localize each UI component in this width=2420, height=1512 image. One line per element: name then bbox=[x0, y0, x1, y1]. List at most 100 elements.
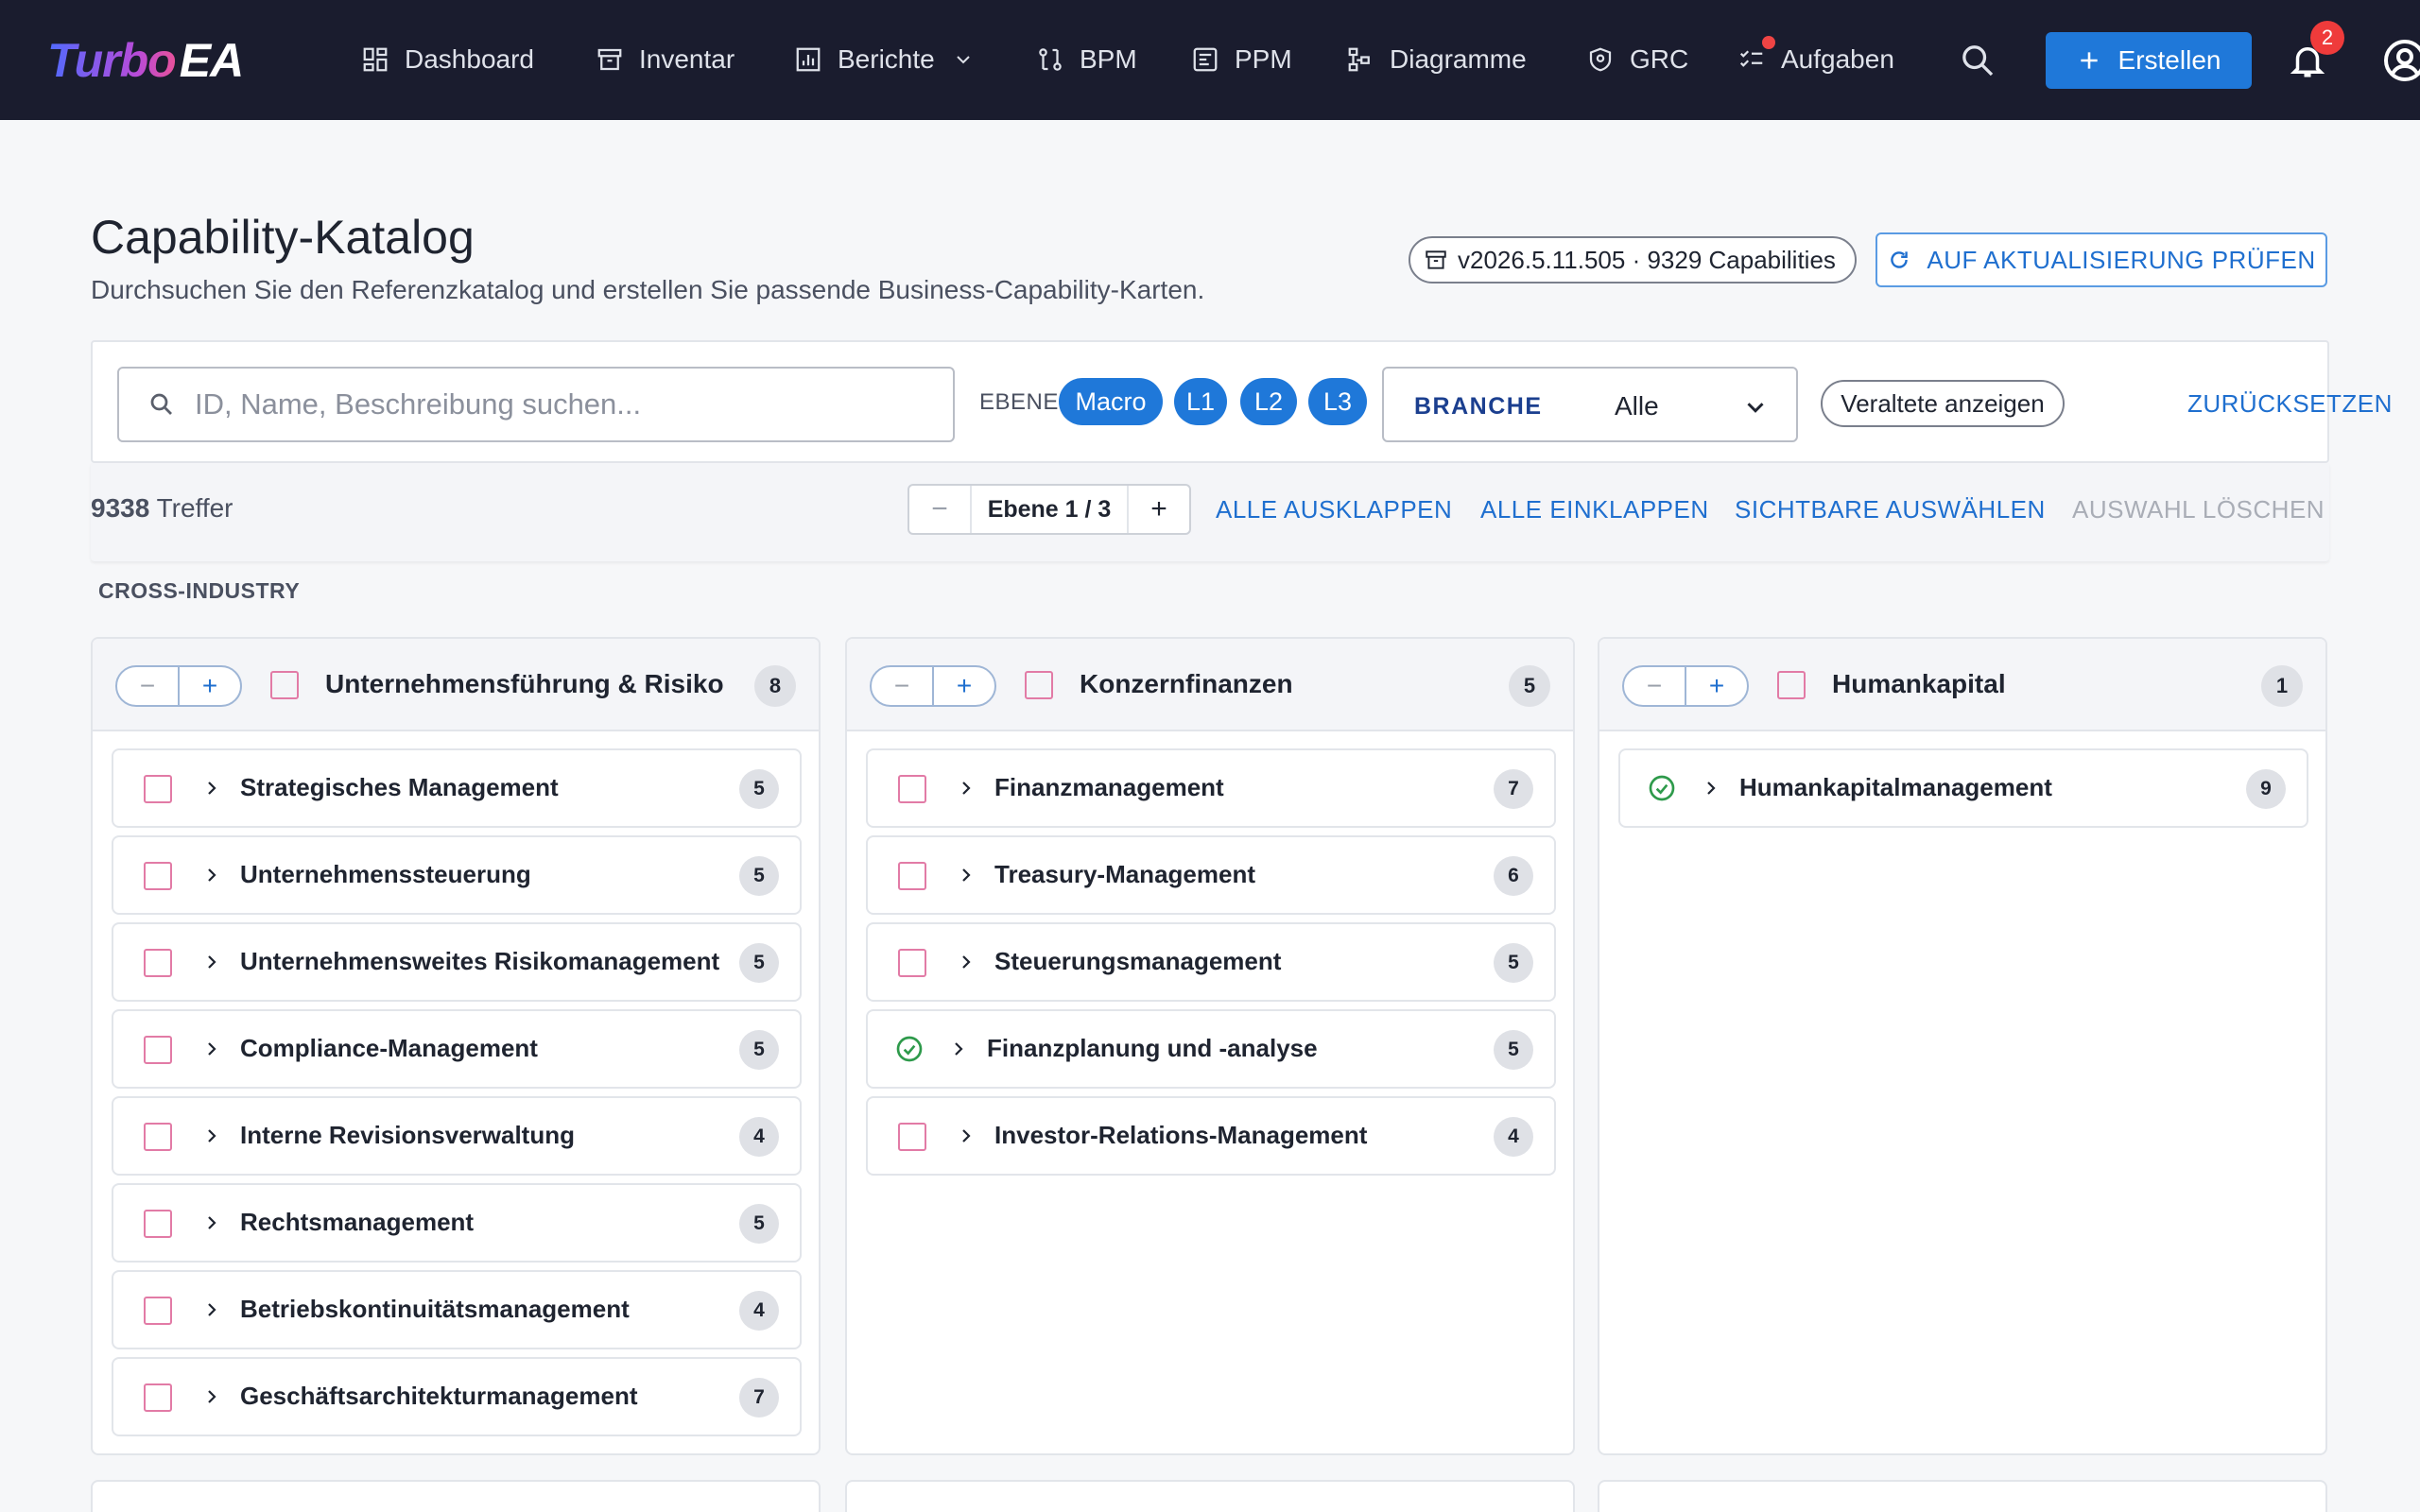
chevron-right-icon[interactable] bbox=[947, 1038, 970, 1060]
capability-item[interactable]: Finanzmanagement 7 bbox=[866, 748, 1556, 828]
create-button[interactable]: Erstellen bbox=[2046, 32, 2252, 89]
capability-item[interactable]: Finanzplanung und -analyse 5 bbox=[866, 1009, 1556, 1089]
level-decrease-button[interactable]: − bbox=[909, 486, 972, 533]
capability-column-next-1 bbox=[91, 1480, 821, 1512]
capability-item[interactable]: Steuerungsmanagement 5 bbox=[866, 922, 1556, 1002]
capability-item[interactable]: Investor-Relations-Management 4 bbox=[866, 1096, 1556, 1176]
capability-checkbox[interactable] bbox=[144, 1383, 172, 1412]
capability-item[interactable]: Interne Revisionsverwaltung 4 bbox=[112, 1096, 802, 1176]
capability-checkbox[interactable] bbox=[144, 775, 172, 803]
nav-aufgaben-label: Aufgaben bbox=[1781, 44, 1894, 74]
nav-diagramme-label: Diagramme bbox=[1390, 44, 1527, 74]
search-input[interactable] bbox=[195, 387, 913, 421]
capability-checkbox[interactable] bbox=[898, 1123, 926, 1151]
chevron-right-icon[interactable] bbox=[200, 1298, 223, 1321]
collapse-level-button[interactable]: − bbox=[872, 667, 934, 705]
chevron-right-icon[interactable] bbox=[200, 1038, 223, 1060]
branche-select[interactable]: BRANCHE Alle bbox=[1382, 367, 1798, 442]
chevron-right-icon[interactable] bbox=[200, 951, 223, 973]
level-indicator: Ebene 1 / 3 bbox=[987, 495, 1112, 523]
chevron-right-icon[interactable] bbox=[955, 864, 977, 886]
capability-count-badge: 5 bbox=[739, 1030, 779, 1070]
capability-checkbox[interactable] bbox=[898, 949, 926, 977]
select-visible-button[interactable]: SICHTBARE AUSWÄHLEN bbox=[1735, 495, 2046, 524]
capability-count-badge: 5 bbox=[739, 943, 779, 983]
column-title: Konzernfinanzen bbox=[1080, 669, 1293, 698]
capability-item[interactable]: Geschäftsarchitekturmanagement 7 bbox=[112, 1357, 802, 1436]
section-heading: CROSS-INDUSTRY bbox=[98, 578, 301, 603]
capability-checkbox[interactable] bbox=[144, 949, 172, 977]
reset-filters-button[interactable]: ZURÜCKSETZEN bbox=[2187, 389, 2393, 419]
expand-collapse-stepper: − + bbox=[870, 665, 996, 707]
nav-inventar[interactable]: Inventar bbox=[596, 38, 735, 81]
check-update-button[interactable]: AUF AKTUALISIERUNG PRÜFEN bbox=[1876, 232, 2327, 287]
chevron-right-icon[interactable] bbox=[200, 777, 223, 799]
nav-ppm[interactable]: PPM bbox=[1191, 38, 1292, 81]
capability-item[interactable]: Rechtsmanagement 5 bbox=[112, 1183, 802, 1263]
capability-item[interactable]: Compliance-Management 5 bbox=[112, 1009, 802, 1089]
capability-column-next-2 bbox=[845, 1480, 1575, 1512]
level-chip-macro[interactable]: Macro bbox=[1059, 378, 1163, 425]
chevron-right-icon[interactable] bbox=[200, 864, 223, 886]
capability-item[interactable]: Treasury-Management 6 bbox=[866, 835, 1556, 915]
level-chip-l3[interactable]: L3 bbox=[1308, 378, 1367, 425]
nav-berichte[interactable]: Berichte bbox=[794, 38, 975, 81]
page-subtitle: Durchsuchen Sie den Referenzkatalog und … bbox=[91, 275, 1205, 304]
capability-checkbox[interactable] bbox=[144, 1123, 172, 1151]
capability-checkbox[interactable] bbox=[144, 862, 172, 890]
nav-ppm-label: PPM bbox=[1235, 44, 1292, 74]
capability-checkbox[interactable] bbox=[898, 775, 926, 803]
check-circle-icon bbox=[896, 1036, 923, 1062]
capability-item[interactable]: Strategisches Management 5 bbox=[112, 748, 802, 828]
show-obsolete-toggle[interactable]: Veraltete anzeigen bbox=[1821, 380, 2065, 427]
capability-checkbox[interactable] bbox=[898, 862, 926, 890]
check-update-label: AUF AKTUALISIERUNG PRÜFEN bbox=[1927, 245, 2316, 274]
turbo-ea-logo[interactable]: TurboEA bbox=[47, 32, 244, 89]
nav-aufgaben[interactable]: Aufgaben bbox=[1737, 38, 1894, 81]
level-chip-l1[interactable]: L1 bbox=[1174, 378, 1227, 425]
level-increase-button[interactable]: + bbox=[1127, 486, 1189, 533]
chart-icon bbox=[796, 47, 821, 72]
capability-item[interactable]: Betriebskontinuitätsmanagement 4 bbox=[112, 1270, 802, 1349]
nav-grc[interactable]: GRC bbox=[1586, 38, 1688, 81]
chevron-right-icon[interactable] bbox=[200, 1211, 223, 1234]
chevron-right-icon[interactable] bbox=[955, 951, 977, 973]
level-chip-l2[interactable]: L2 bbox=[1240, 378, 1297, 425]
capability-count-badge: 5 bbox=[739, 1204, 779, 1244]
capability-count-badge: 7 bbox=[1494, 769, 1533, 809]
expand-level-button[interactable]: + bbox=[180, 667, 240, 705]
search-field[interactable] bbox=[117, 367, 955, 442]
capability-checkbox[interactable] bbox=[144, 1210, 172, 1238]
level-stepper: − Ebene 1 / 3 + bbox=[908, 484, 1191, 535]
nav-dashboard[interactable]: Dashboard bbox=[361, 38, 534, 81]
collapse-level-button[interactable]: − bbox=[117, 667, 180, 705]
nav-diagramme[interactable]: Diagramme bbox=[1346, 38, 1527, 81]
capability-checkbox[interactable] bbox=[144, 1036, 172, 1064]
chevron-right-icon[interactable] bbox=[200, 1125, 223, 1147]
capability-item[interactable]: Humankapitalmanagement 9 bbox=[1618, 748, 2308, 828]
column-select-checkbox[interactable] bbox=[1777, 671, 1806, 699]
search-icon[interactable] bbox=[1959, 42, 1996, 79]
nav-dashboard-label: Dashboard bbox=[405, 44, 534, 74]
nav-inventar-label: Inventar bbox=[639, 44, 735, 74]
column-select-checkbox[interactable] bbox=[1025, 671, 1053, 699]
capability-item[interactable]: Unternehmensweites Risikomanagement 5 bbox=[112, 922, 802, 1002]
clear-selection-button[interactable]: AUSWAHL LÖSCHEN bbox=[2072, 495, 2325, 524]
capability-count-badge: 5 bbox=[739, 769, 779, 809]
capability-label: Finanzplanung und -analyse bbox=[987, 1034, 1318, 1062]
collapse-level-button[interactable]: − bbox=[1624, 667, 1686, 705]
logo-ea-text: EA bbox=[179, 34, 244, 87]
chevron-right-icon[interactable] bbox=[200, 1385, 223, 1408]
chevron-right-icon[interactable] bbox=[1700, 777, 1722, 799]
chevron-right-icon[interactable] bbox=[955, 1125, 977, 1147]
capability-checkbox[interactable] bbox=[144, 1297, 172, 1325]
nav-bpm[interactable]: BPM bbox=[1036, 38, 1137, 81]
expand-level-button[interactable]: + bbox=[934, 667, 994, 705]
collapse-all-button[interactable]: ALLE EINKLAPPEN bbox=[1480, 495, 1709, 524]
account-icon[interactable] bbox=[2382, 38, 2420, 83]
expand-level-button[interactable]: + bbox=[1686, 667, 1747, 705]
column-select-checkbox[interactable] bbox=[270, 671, 299, 699]
capability-item[interactable]: Unternehmenssteuerung 5 bbox=[112, 835, 802, 915]
chevron-right-icon[interactable] bbox=[955, 777, 977, 799]
expand-all-button[interactable]: ALLE AUSKLAPPEN bbox=[1216, 495, 1452, 524]
